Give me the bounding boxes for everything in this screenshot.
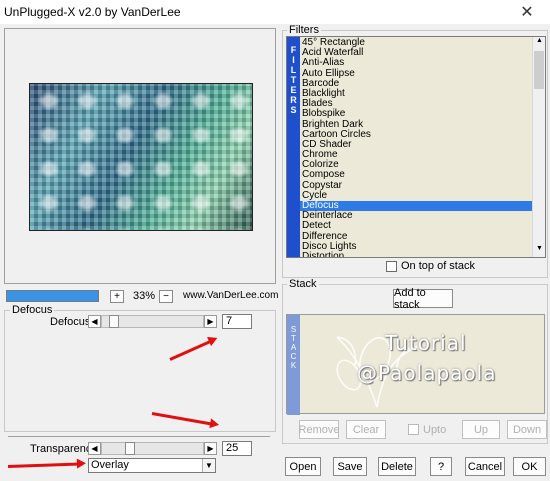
watermark-line2: @Paolapaola [357, 361, 497, 385]
filters-list[interactable]: FILTERS 45° Rectangle Acid Waterfall Anti-… [286, 36, 546, 258]
ok-button[interactable]: OK [513, 457, 546, 476]
filters-scroll-thumb[interactable] [534, 51, 544, 89]
filter-item[interactable]: Blacklight [300, 88, 532, 99]
zoom-out-button[interactable]: − [159, 290, 173, 303]
filters-items: 45° Rectangle Acid Waterfall Anti-Alias Aut… [300, 37, 532, 257]
chevron-down-icon[interactable]: ▼ [202, 459, 215, 472]
filters-scrollbar[interactable]: ▲ ▼ [532, 37, 545, 257]
title-bar: UnPlugged-X v2.0 by VanDerLee [0, 0, 550, 24]
stack-side-strip: STACK [287, 315, 300, 415]
slider-right-arrow-icon[interactable]: ▶ [204, 442, 217, 455]
slider-left-arrow-icon[interactable]: ◀ [88, 315, 101, 328]
filter-item[interactable]: Blobspike [300, 109, 532, 119]
down-button[interactable]: Down [507, 420, 547, 439]
slider-right-arrow-icon[interactable]: ▶ [204, 315, 217, 328]
zoom-in-button[interactable]: + [110, 290, 124, 303]
blend-mode-select[interactable]: Overlay ▼ [88, 458, 216, 473]
delete-button[interactable]: Delete [378, 457, 416, 476]
filter-item[interactable]: Copystar [300, 180, 532, 191]
zoom-level: 33% [133, 290, 156, 302]
filters-strip-letter: F [290, 45, 297, 55]
filter-item[interactable]: Distortion [300, 251, 532, 257]
filter-item[interactable]: Deinterlace [300, 211, 532, 221]
preview-image[interactable] [29, 83, 253, 231]
blend-mode-value: Overlay [91, 459, 129, 471]
defocus-param-label: Defocus [50, 316, 91, 328]
save-button[interactable]: Save [333, 457, 367, 476]
on-top-checkbox[interactable] [386, 261, 397, 272]
filters-strip-letter: E [290, 85, 297, 95]
stack-strip-letter: A [290, 343, 297, 352]
add-to-stack-button[interactable]: Add to stack [393, 287, 453, 311]
watermark-line1: Tutorial [385, 331, 467, 355]
remove-button[interactable]: Remove [299, 420, 339, 439]
help-button[interactable]: ? [430, 457, 452, 476]
transparency-slider-thumb[interactable] [125, 442, 135, 455]
stack-strip-letter: C [290, 352, 297, 361]
divider [8, 436, 270, 437]
zoom-progress-bar [6, 290, 99, 302]
filters-strip-letter: L [290, 65, 297, 75]
up-button[interactable]: Up [462, 420, 500, 439]
transparency-value-field[interactable]: 25 [222, 441, 252, 456]
stack-strip-letter: T [291, 334, 296, 343]
defocus-group-title: Defocus [10, 304, 55, 316]
stack-group-title: Stack [287, 278, 319, 290]
filters-side-strip: FILTERS [287, 37, 300, 257]
filters-strip-letter: T [290, 75, 297, 85]
on-top-label: On top of stack [401, 260, 475, 272]
open-button[interactable]: Open [285, 457, 321, 476]
credit-link[interactable]: www.VanDerLee.com [183, 290, 278, 301]
filters-strip-letter: I [292, 55, 295, 65]
slider-left-arrow-icon[interactable]: ◀ [88, 442, 101, 455]
transparency-label: Transparency [30, 443, 97, 455]
annotation-arrow [7, 462, 81, 468]
filters-strip-letter: S [290, 105, 297, 115]
filters-strip-letter: R [290, 95, 297, 105]
transparency-slider[interactable] [101, 442, 204, 455]
stack-strip-letter: S [290, 325, 297, 334]
defocus-slider-thumb[interactable] [109, 315, 119, 328]
upto-label: Upto [423, 424, 447, 436]
chevron-up-icon[interactable]: ▲ [534, 37, 545, 48]
cancel-button[interactable]: Cancel [465, 457, 505, 476]
upto-checkbox[interactable] [408, 424, 419, 435]
chevron-down-icon[interactable]: ▼ [534, 245, 545, 256]
defocus-value-field[interactable]: 7 [222, 314, 252, 329]
window-title: UnPlugged-X v2.0 by VanDerLee [4, 5, 181, 19]
preview-pane[interactable] [4, 28, 276, 284]
close-icon[interactable]: ✕ [504, 0, 550, 24]
defocus-slider[interactable] [101, 315, 204, 328]
clear-button[interactable]: Clear [346, 420, 386, 439]
stack-strip-letter: K [290, 361, 297, 370]
filters-group-title: Filters [287, 24, 321, 36]
stack-list[interactable]: STACK Tutorial @Paolapaola [286, 314, 545, 415]
